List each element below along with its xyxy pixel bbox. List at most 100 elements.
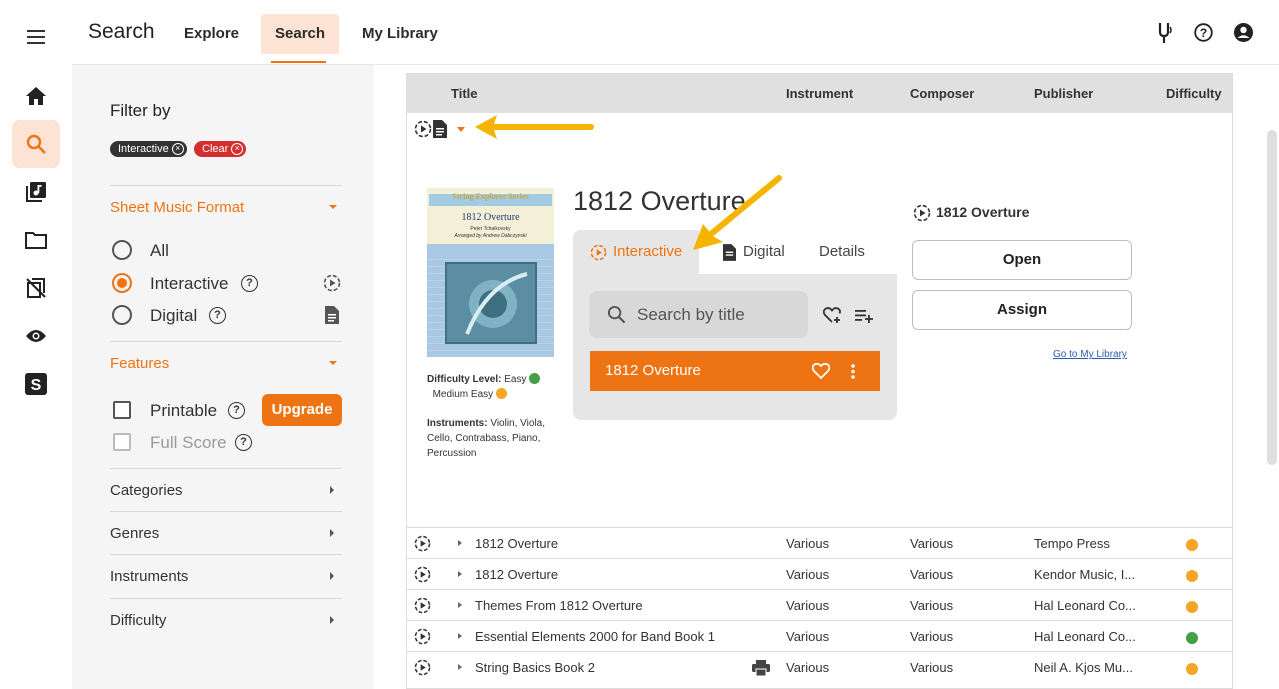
chevron-right-icon[interactable] [330, 486, 334, 494]
chevron-down-icon[interactable] [329, 205, 337, 209]
row-instrument: Various [786, 629, 830, 644]
filter-chip-interactive[interactable]: Interactive × [110, 141, 187, 157]
section-features[interactable]: Features [110, 355, 169, 372]
collapse-row-caret[interactable] [457, 127, 465, 132]
row-title[interactable]: String Basics Book 2 [475, 660, 595, 675]
medium-easy-dot [496, 388, 508, 399]
section-difficulty[interactable]: Difficulty [110, 612, 166, 629]
chevron-down-icon[interactable] [329, 361, 337, 365]
table-row[interactable]: Essential Elements 2000 for Band Book 1 … [407, 620, 1232, 651]
rail-assignment-button[interactable] [12, 264, 60, 312]
chip-label: Interactive [118, 143, 169, 155]
instruments-label: Instruments: [427, 418, 488, 429]
tab-search[interactable]: Search [261, 14, 340, 54]
go-to-library-link[interactable]: Go to My Library [1053, 349, 1127, 360]
row-title[interactable]: Themes From 1812 Overture [475, 598, 643, 613]
row-title[interactable]: 1812 Overture [475, 567, 558, 582]
tab-interactive[interactable]: Interactive [573, 230, 699, 274]
help-icon[interactable]: ? [228, 402, 245, 419]
row-publisher: Hal Leonard Co... [1034, 598, 1136, 613]
chevron-right-icon[interactable] [330, 616, 334, 624]
chip-remove-icon[interactable]: × [171, 143, 184, 155]
column-header-title[interactable]: Title [451, 86, 478, 101]
interactive-play-icon [414, 659, 431, 676]
expand-row-caret[interactable] [458, 571, 462, 577]
chevron-right-icon[interactable] [330, 572, 334, 580]
rail-music-library-button[interactable] [12, 168, 60, 216]
section-categories[interactable]: Categories [110, 482, 183, 499]
expand-row-caret[interactable] [458, 633, 462, 639]
section-sheet-music-format[interactable]: Sheet Music Format [110, 199, 244, 216]
search-icon [607, 305, 626, 324]
assign-button[interactable]: Assign [912, 290, 1132, 330]
selected-result-row[interactable]: 1812 Overture [590, 351, 880, 391]
divider [110, 185, 342, 186]
format-tabs-panel: Interactive Digital Details Search by ti… [573, 230, 897, 420]
upgrade-button[interactable]: Upgrade [262, 394, 342, 426]
rail-folder-button[interactable] [12, 216, 60, 264]
expand-row-caret[interactable] [458, 602, 462, 608]
expand-row-caret[interactable] [458, 664, 462, 670]
account-icon[interactable] [1234, 23, 1253, 42]
tab-my-library[interactable]: My Library [348, 14, 452, 54]
tab-explore[interactable]: Explore [170, 14, 253, 54]
tuning-fork-icon[interactable] [1155, 22, 1173, 44]
divider [110, 554, 342, 555]
table-header: Title Instrument Composer Publisher Diff… [407, 74, 1232, 113]
playlist-add-icon[interactable] [855, 309, 873, 323]
help-icon[interactable]: ? [241, 275, 258, 292]
menu-icon[interactable] [27, 30, 45, 44]
more-vert-icon[interactable] [851, 364, 855, 379]
instruments-info: Instruments: Violin, Viola, Cello, Contr… [427, 416, 559, 461]
search-by-title-input[interactable]: Search by title [589, 291, 808, 338]
row-composer: Various [910, 536, 954, 551]
divider [110, 511, 342, 512]
open-button[interactable]: Open [912, 240, 1132, 280]
radio-interactive[interactable] [112, 273, 132, 293]
search-placeholder: Search by title [637, 305, 745, 324]
rail-eye-button[interactable] [12, 312, 60, 360]
rail-search-button[interactable] [12, 120, 60, 168]
expand-row-caret[interactable] [458, 540, 462, 546]
table-row[interactable]: String Basics Book 2 Various Various Nei… [407, 651, 1232, 682]
column-header-instrument[interactable]: Instrument [786, 86, 853, 101]
filter-heading: Filter by [110, 101, 171, 120]
table-row[interactable]: Themes From 1812 Overture Various Variou… [407, 589, 1232, 620]
chevron-right-icon[interactable] [330, 529, 334, 537]
rail-home-button[interactable] [12, 72, 60, 120]
column-header-composer[interactable]: Composer [910, 86, 974, 101]
column-header-publisher[interactable]: Publisher [1034, 86, 1093, 101]
row-title[interactable]: 1812 Overture [475, 536, 558, 551]
tab-details[interactable]: Details [819, 243, 865, 260]
rail-s-logo-button[interactable]: S [12, 360, 60, 408]
heart-icon[interactable] [812, 363, 830, 379]
cover-credit: Arranged by Andrew Dabczynski [454, 233, 527, 239]
radio-all[interactable] [112, 240, 132, 260]
row-instrument: Various [786, 536, 830, 551]
row-publisher: Tempo Press [1034, 536, 1110, 551]
difficulty-medium-easy: Medium Easy [432, 389, 494, 400]
section-genres[interactable]: Genres [110, 525, 159, 542]
row-title[interactable]: Essential Elements 2000 for Band Book 1 [475, 629, 715, 644]
table-row[interactable]: 1812 Overture Various Various Kendor Mus… [407, 558, 1232, 589]
interactive-play-icon [913, 204, 931, 222]
column-header-difficulty[interactable]: Difficulty [1166, 86, 1222, 101]
checkbox-full-score[interactable] [113, 433, 131, 451]
chip-remove-icon[interactable]: × [231, 143, 244, 155]
section-instruments[interactable]: Instruments [110, 568, 188, 585]
radio-digital[interactable] [112, 305, 132, 325]
folder-icon [25, 231, 47, 249]
help-icon[interactable]: ? [235, 434, 252, 451]
filter-chip-clear[interactable]: Clear × [194, 141, 247, 157]
music-library-icon [25, 181, 47, 203]
divider [110, 598, 342, 599]
checkbox-printable[interactable] [113, 401, 131, 419]
difficulty-info: Difficulty Level: Easy Medium Easy [427, 372, 541, 402]
help-icon[interactable]: ? [209, 307, 226, 324]
help-icon[interactable]: ? [1194, 23, 1213, 42]
table-row[interactable]: 1812 Overture Various Various Tempo Pres… [407, 527, 1232, 558]
eye-icon [25, 328, 47, 344]
svg-text:S: S [31, 377, 42, 394]
heart-add-icon[interactable] [823, 307, 842, 324]
scrollbar[interactable] [1267, 130, 1277, 465]
